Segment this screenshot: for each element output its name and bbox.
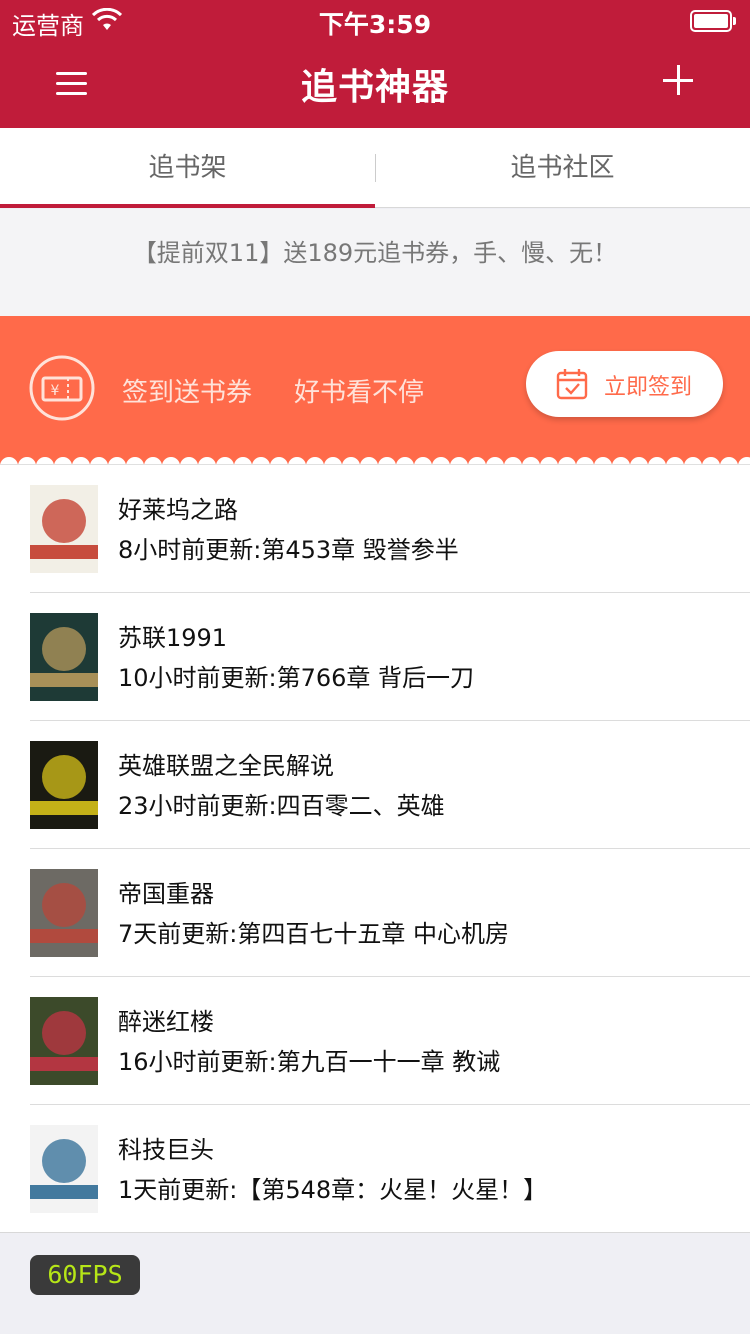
add-button[interactable] — [660, 62, 696, 98]
fps-badge: 60FPS — [30, 1255, 140, 1295]
book-title: 好莱坞之路 — [118, 496, 238, 524]
book-title: 科技巨头 — [118, 1136, 214, 1164]
active-tab-indicator — [0, 204, 375, 208]
book-cover — [30, 741, 98, 829]
book-row[interactable]: 醉迷红楼 16小时前更新:第九百一十一章 教诫 — [0, 977, 750, 1105]
footer-area: 60FPS — [0, 1232, 750, 1334]
signin-slogan-1: 签到送书券 — [122, 378, 253, 408]
battery-icon — [690, 10, 736, 32]
status-bar: 运营商 下午3:59 — [0, 0, 750, 40]
book-update: 23小时前更新:四百零二、英雄 — [118, 792, 445, 820]
signin-banner: ¥ 签到送书券 好书看不停 立即签到 — [0, 316, 750, 464]
book-update: 7天前更新:第四百七十五章 中心机房 — [118, 920, 509, 948]
book-title: 帝国重器 — [118, 880, 214, 908]
book-cover — [30, 1125, 98, 1213]
calendar-check-icon — [556, 369, 588, 400]
book-title: 英雄联盟之全民解说 — [118, 752, 334, 780]
book-update: 10小时前更新:第766章 背后一刀 — [118, 664, 475, 692]
book-row[interactable]: 苏联1991 10小时前更新:第766章 背后一刀 — [0, 593, 750, 721]
book-cover — [30, 613, 98, 701]
book-cover — [30, 997, 98, 1085]
scallop-edge — [0, 457, 750, 464]
book-title: 醉迷红楼 — [118, 1008, 214, 1036]
checkin-button-label: 立即签到 — [604, 375, 693, 400]
signin-slogan-2: 好书看不停 — [294, 378, 425, 408]
ticket-icon: ¥ — [29, 355, 95, 421]
app-title: 追书神器 — [300, 67, 449, 108]
nav-bar: 追书神器 — [0, 40, 750, 128]
status-time: 下午3:59 — [318, 10, 432, 39]
checkin-button[interactable]: 立即签到 — [526, 351, 723, 417]
book-cover — [30, 869, 98, 957]
promo-notice[interactable]: 【提前双11】送189元追书券，手、慢、无！ — [0, 209, 750, 316]
tab-community[interactable]: 追书社区 — [375, 128, 750, 208]
book-row[interactable]: 好莱坞之路 8小时前更新:第453章 毁誉参半 — [0, 465, 750, 593]
book-list: 好莱坞之路 8小时前更新:第453章 毁誉参半 苏联1991 10小时前更新:第… — [0, 464, 750, 1232]
tab-bar: 追书架 追书社区 — [0, 128, 750, 208]
book-row[interactable]: 英雄联盟之全民解说 23小时前更新:四百零二、英雄 — [0, 721, 750, 849]
book-cover — [30, 485, 98, 573]
book-update: 8小时前更新:第453章 毁誉参半 — [118, 536, 459, 564]
book-row[interactable]: 帝国重器 7天前更新:第四百七十五章 中心机房 — [0, 849, 750, 977]
svg-text:¥: ¥ — [51, 383, 60, 399]
tab-bookshelf[interactable]: 追书架 — [0, 128, 375, 208]
book-row[interactable]: 科技巨头 1天前更新:【第548章：火星！火星！】 — [0, 1105, 750, 1233]
book-update: 1天前更新:【第548章：火星！火星！】 — [118, 1176, 548, 1204]
book-update: 16小时前更新:第九百一十一章 教诫 — [118, 1048, 501, 1076]
book-title: 苏联1991 — [118, 624, 228, 652]
